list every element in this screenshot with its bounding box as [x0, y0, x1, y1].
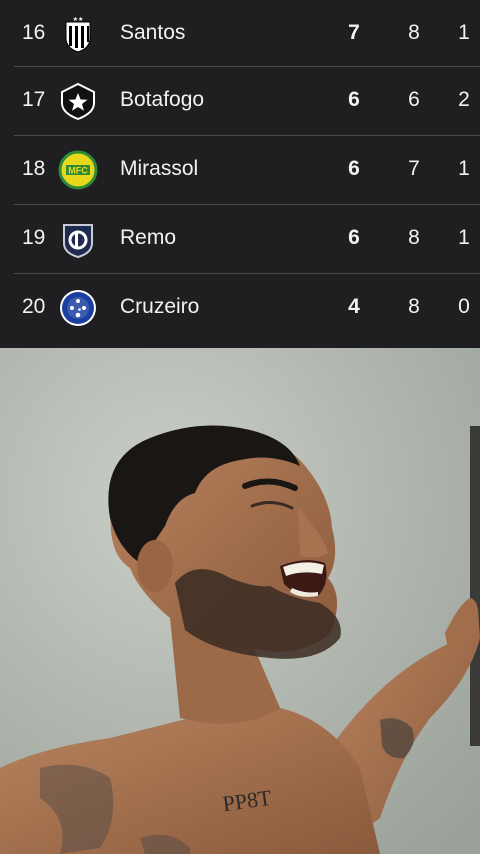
- team-name: Remo: [120, 226, 177, 249]
- wins: 1: [458, 21, 470, 44]
- team-name: Mirassol: [120, 157, 199, 180]
- team-name: Botafogo: [120, 88, 205, 111]
- table-row[interactable]: 19 Remo 6 8 1: [0, 205, 480, 274]
- wins: 1: [458, 226, 470, 249]
- points: 7: [348, 21, 360, 44]
- position: 17: [22, 88, 46, 111]
- santos-crest-icon: ★★: [58, 14, 98, 54]
- table-row[interactable]: 20 Cruzeiro 4 8 0: [0, 274, 480, 343]
- wins: 2: [458, 88, 470, 111]
- wins: 0: [458, 295, 470, 318]
- photo-illustration: PP8T: [0, 348, 480, 854]
- botafogo-crest-icon: [58, 81, 98, 121]
- games-played: 8: [408, 226, 420, 249]
- laughing-man-photo: PP8T: [0, 348, 480, 854]
- table-row[interactable]: 17 Botafogo 6 6 2: [0, 67, 480, 136]
- svg-text:★★: ★★: [73, 16, 84, 23]
- points: 6: [348, 226, 360, 249]
- wins: 1: [458, 157, 470, 180]
- games-played: 7: [408, 157, 420, 180]
- table-row[interactable]: 16 ★★ Santos 7 8 1: [0, 0, 480, 69]
- team-name: Santos: [120, 21, 186, 44]
- team-name: Cruzeiro: [120, 295, 200, 318]
- games-played: 8: [408, 295, 420, 318]
- position: 19: [22, 226, 46, 249]
- games-played: 8: [408, 21, 420, 44]
- points: 4: [348, 295, 360, 318]
- cruzeiro-crest-icon: [58, 288, 98, 328]
- svg-text:MFC: MFC: [68, 166, 88, 176]
- games-played: 6: [408, 88, 420, 111]
- position: 16: [22, 21, 46, 44]
- standings-table: 16 ★★ Santos 7 8 1 17 Botafogo 6 6 2 18 …: [0, 0, 480, 348]
- mirassol-crest-icon: MFC: [58, 150, 98, 190]
- position: 20: [22, 295, 46, 318]
- remo-crest-icon: [58, 219, 98, 259]
- position: 18: [22, 157, 46, 180]
- points: 6: [348, 157, 360, 180]
- table-row[interactable]: 18 MFC Mirassol 6 7 1: [0, 136, 480, 205]
- points: 6: [348, 88, 360, 111]
